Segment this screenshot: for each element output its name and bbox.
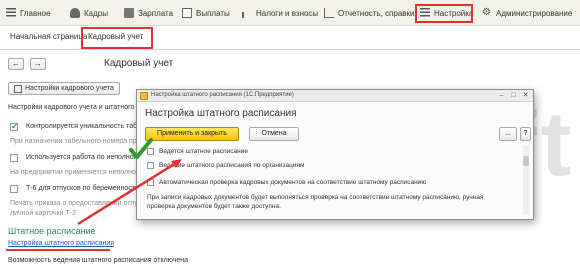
app-logo-icon (140, 92, 148, 100)
minimize-icon[interactable]: – (497, 91, 506, 100)
auto-check-checkbox[interactable] (147, 179, 154, 186)
unique-tabnum-hint: При назначении табельного номера прове (10, 138, 149, 145)
staffing-by-org-checkbox[interactable] (147, 162, 154, 169)
folder-icon (124, 8, 134, 18)
document-icon (182, 8, 192, 18)
dialog-titlebar: Настройка штатного расписания (1С:Предпр… (137, 90, 533, 102)
staffing-section-heading: Штатное расписание (8, 226, 96, 236)
menu-item-reports[interactable]: Отчетность, справки (324, 6, 415, 20)
dialog-window-title: Настройка штатного расписания (1С:Предпр… (151, 92, 294, 98)
more-actions-button[interactable]: ... (499, 127, 517, 141)
bar-chart-icon (242, 8, 246, 18)
t6-maternity-hint-2: личной карточки Т-2 (10, 210, 77, 217)
part-time-hint: На предприятии применяется неполное (10, 169, 140, 176)
settings-highlight-box (415, 4, 473, 23)
menu-lines-icon (6, 8, 16, 18)
cancel-button[interactable]: Отмена (249, 127, 299, 141)
part-time-checkbox[interactable] (10, 154, 18, 162)
staffing-by-org-label: Ведение штатного расписания по организац… (159, 162, 305, 169)
top-menu-bar: Главное Кадры Зарплата Выплаты Налоги и … (0, 0, 580, 26)
unique-tabnum-checkbox[interactable] (10, 121, 19, 132)
tab-home[interactable]: Начальная страница (10, 32, 87, 41)
dialog-heading: Настройка штатного расписания (145, 108, 297, 119)
auto-check-label: Автоматическая проверка кадровых докумен… (159, 179, 427, 186)
menu-item-payments[interactable]: Выплаты (182, 6, 230, 20)
dialog-scrollbar-thumb[interactable] (523, 156, 529, 166)
part-time-label: Используется работа по неполной (26, 154, 138, 161)
staffing-settings-dialog: Настройка штатного расписания (1С:Предпр… (136, 89, 534, 220)
menu-item-hr[interactable]: Кадры (70, 6, 108, 20)
page-title: Кадровый учет (104, 58, 174, 69)
active-tab-highlight-box (81, 27, 153, 49)
people-icon (70, 8, 80, 18)
settings-description: Настройки кадрового учета и штатного ра (8, 104, 145, 111)
back-button[interactable]: ← (8, 58, 24, 70)
link-red-underline (6, 249, 110, 251)
menu-item-administration[interactable]: ⚙ Администрирование (482, 6, 572, 20)
auto-check-hint-2: проверка документов будет также доступна… (147, 203, 281, 210)
apply-and-close-button[interactable]: Применить и закрыть (145, 127, 239, 141)
settings-form-icon (14, 84, 22, 93)
staffing-enabled-label: Ведется штатное расписание (159, 148, 249, 155)
maximize-icon[interactable]: □ (509, 91, 518, 100)
t6-maternity-label: Т-6 для отпусков по беременности (26, 185, 139, 192)
menu-item-salary[interactable]: Зарплата (124, 6, 173, 20)
t6-maternity-hint-1: Печать приказа о предоставлении отпуска (10, 200, 149, 207)
auto-check-hint-1: При записи кадровых документов будет вып… (147, 194, 484, 201)
staffing-settings-link[interactable]: Настройка штатного расписания (8, 240, 114, 247)
menu-item-main[interactable]: Главное (6, 6, 51, 20)
gear-icon: ⚙ (482, 7, 491, 18)
unique-tabnum-label: Контролируется уникальность табе (26, 123, 141, 130)
staffing-status: Возможность ведения штатного расписания … (8, 257, 189, 264)
hr-settings-button[interactable]: Настройки кадрового учета (8, 82, 120, 95)
close-icon[interactable]: ✕ (521, 91, 530, 100)
t6-maternity-checkbox[interactable] (10, 185, 18, 193)
menu-item-taxes[interactable]: Налоги и взносы (242, 6, 318, 20)
help-button[interactable]: ? (520, 127, 531, 141)
staffing-enabled-checkbox[interactable] (147, 148, 154, 155)
report-chart-icon (324, 8, 334, 18)
forward-button[interactable]: → (30, 58, 46, 70)
